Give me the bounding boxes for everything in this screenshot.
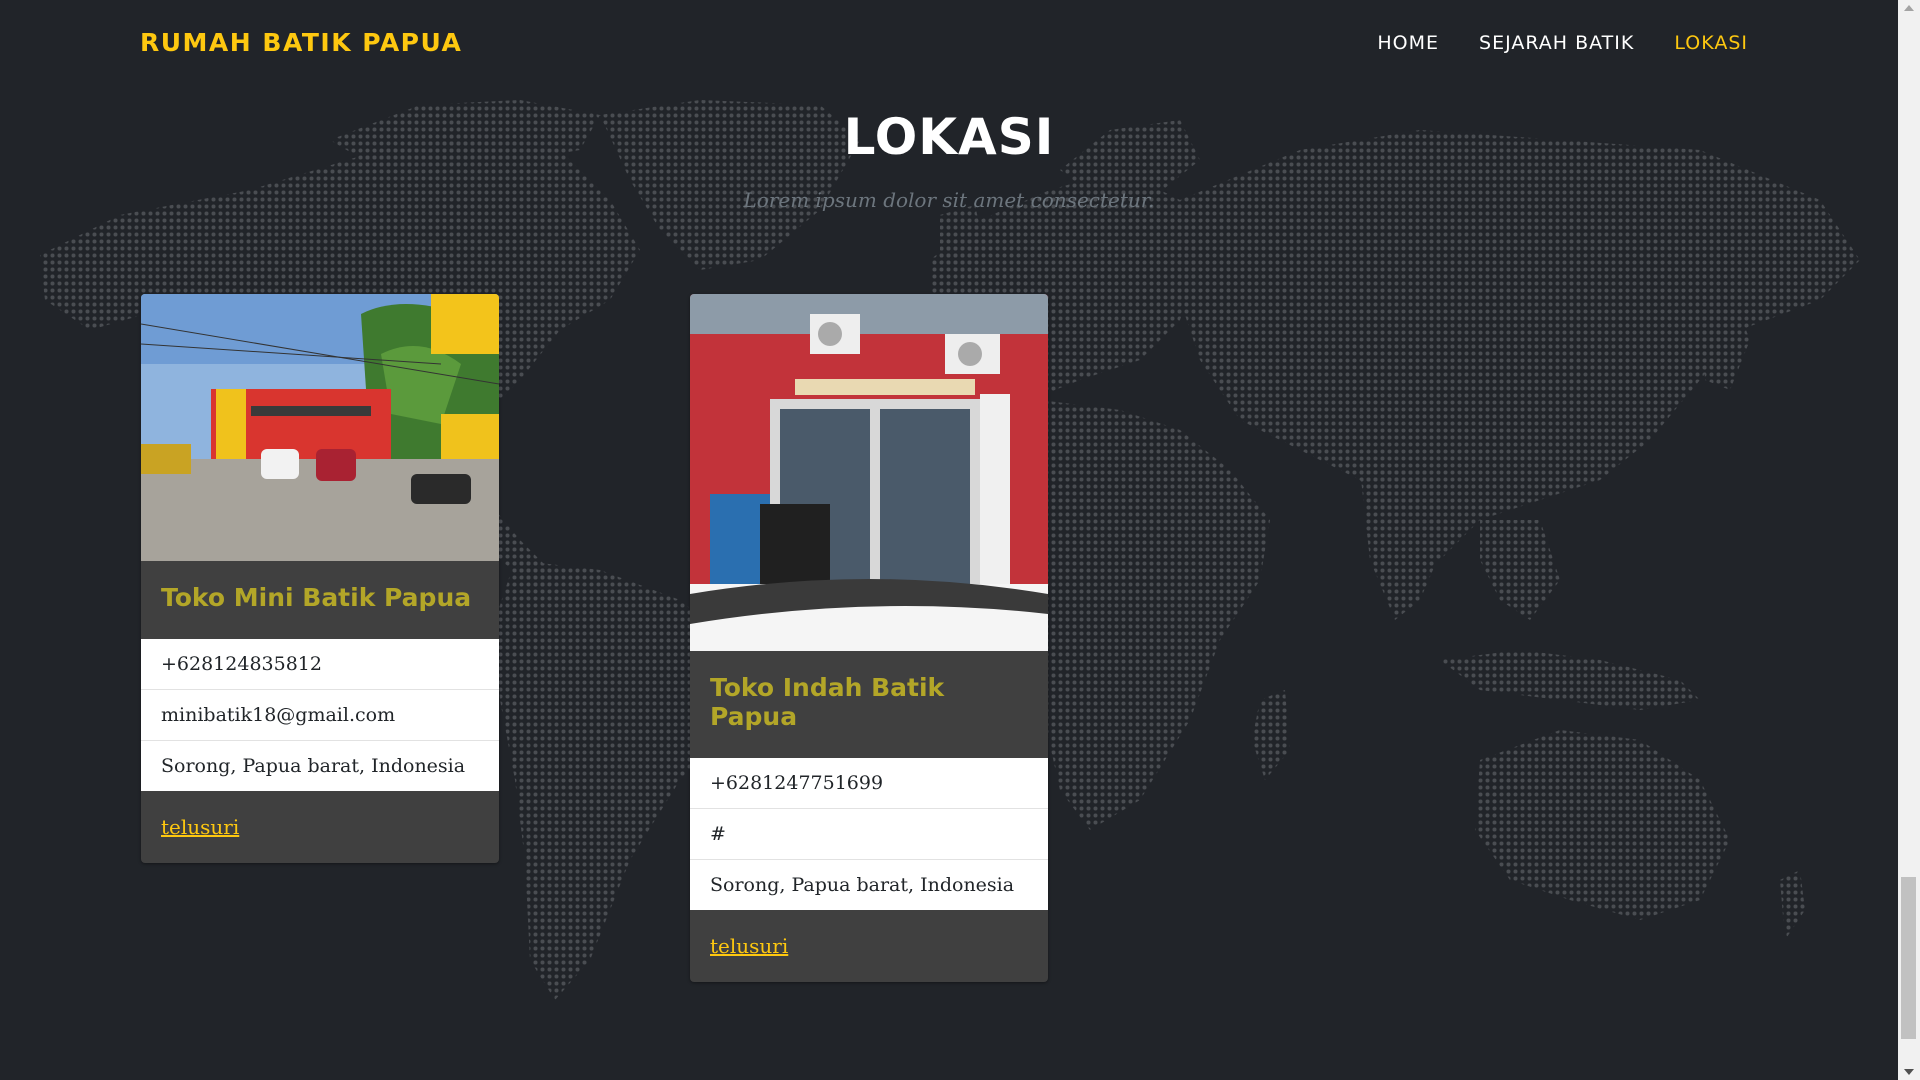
location-card: Toko Mini Batik Papua +628124835812 mini… (141, 294, 499, 863)
phone-number: +628124835812 (161, 653, 322, 675)
vertical-scrollbar[interactable] (1898, 0, 1920, 1080)
telusuri-link[interactable]: telusuri (161, 815, 239, 839)
email-address: # (690, 808, 1048, 859)
address: Sorong, Papua barat, Indonesia (690, 859, 1048, 910)
address: Sorong, Papua barat, Indonesia (141, 740, 499, 791)
card-title: Toko Mini Batik Papua (161, 583, 472, 612)
store-front-photo (141, 294, 499, 561)
page: RUMAH BATIK PAPUA HOME SEJARAH BATIK LOK… (0, 0, 1920, 1080)
info-list: +6281247751699 # Sorong, Papua barat, In… (690, 758, 1048, 910)
card-footer: telusuri (690, 910, 1048, 982)
scroll-up-icon[interactable] (1904, 5, 1914, 11)
scroll-down-icon[interactable] (1904, 1069, 1914, 1075)
location-card: Toko Indah Batik Papua +6281247751699 # … (690, 294, 1048, 982)
navbar: RUMAH BATIK PAPUA HOME SEJARAH BATIK LOK… (0, 0, 1898, 88)
telusuri-link[interactable]: telusuri (710, 934, 788, 958)
email-address: minibatik18@gmail.com (141, 689, 499, 740)
info-list: +628124835812 minibatik18@gmail.com Soro… (141, 639, 499, 791)
nav-link-lokasi[interactable]: LOKASI (1674, 32, 1748, 54)
nav-link-home[interactable]: HOME (1377, 32, 1439, 54)
brand-logo[interactable]: RUMAH BATIK PAPUA (140, 28, 462, 57)
section-subtitle: Lorem ipsum dolor sit amet consectetur. (743, 188, 1155, 212)
store-front-photo (690, 294, 1048, 651)
scrollbar-thumb[interactable] (1901, 877, 1916, 1039)
card-footer: telusuri (141, 791, 499, 863)
section-title: LOKASI (843, 108, 1055, 166)
nav-link-sejarah-batik[interactable]: SEJARAH BATIK (1479, 32, 1634, 54)
phone-number: +6281247751699 (710, 772, 884, 794)
card-title: Toko Indah Batik Papua (710, 673, 945, 731)
nav-links: HOME SEJARAH BATIK LOKASI (1377, 32, 1748, 54)
